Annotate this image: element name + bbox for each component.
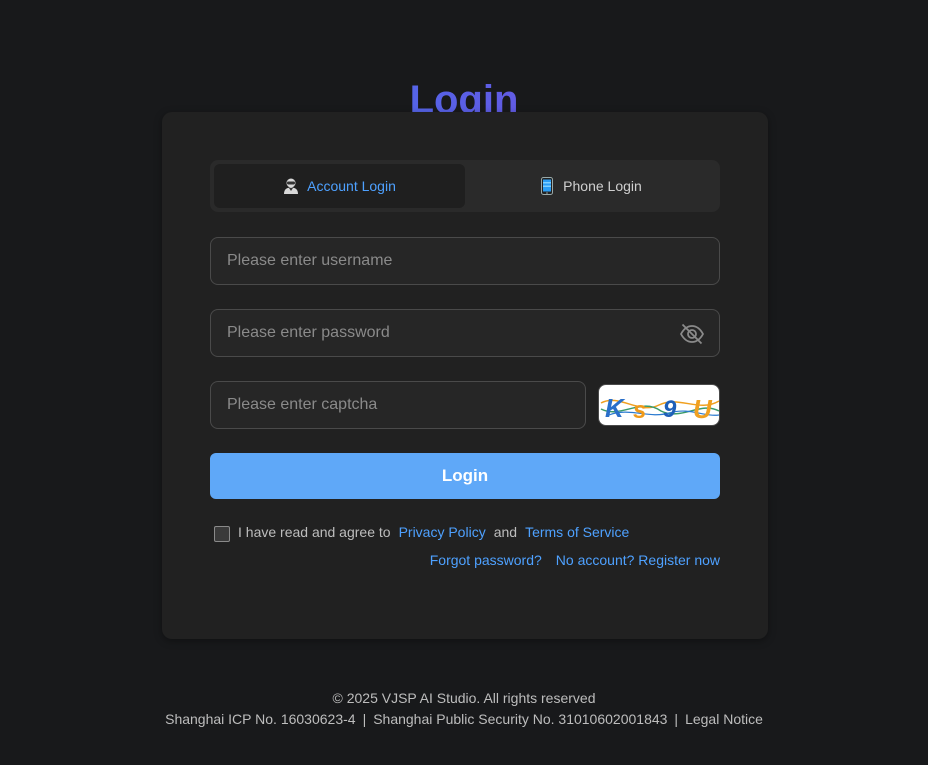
forgot-password-link[interactable]: Forgot password?	[430, 552, 542, 568]
legal-notice-link[interactable]: Legal Notice	[685, 711, 763, 727]
svg-text:U: U	[693, 394, 713, 424]
svg-text:K: K	[605, 393, 626, 423]
svg-text:9: 9	[663, 396, 677, 423]
password-field	[210, 309, 720, 357]
footer-links: Shanghai ICP No. 16030623-4 | Shanghai Pub…	[0, 711, 928, 727]
agreement-row: I have read and agree to Privacy Policy …	[214, 522, 629, 542]
tab-account-login-label: Account Login	[307, 178, 396, 194]
auth-links: Forgot password? No account? Register no…	[430, 552, 720, 568]
captcha-image[interactable]: K s 9 U	[598, 384, 720, 426]
svg-text:s: s	[633, 397, 646, 424]
login-button[interactable]: Login	[210, 453, 720, 499]
icp-number[interactable]: Shanghai ICP No. 16030623-4	[165, 711, 355, 727]
tab-phone-login-label: Phone Login	[563, 178, 642, 194]
username-input[interactable]	[211, 238, 719, 284]
user-icon	[283, 177, 299, 195]
footer-copyright: © 2025 VJSP AI Studio. All rights reserv…	[332, 690, 596, 706]
captcha-field	[210, 381, 586, 429]
tab-phone-login[interactable]: Phone Login	[465, 164, 716, 208]
privacy-policy-link[interactable]: Privacy Policy	[399, 524, 486, 540]
agreement-and: and	[493, 524, 518, 540]
agree-checkbox[interactable]	[214, 526, 230, 542]
eye-off-icon[interactable]	[679, 322, 705, 346]
tab-account-login[interactable]: Account Login	[214, 164, 465, 208]
login-card: Account Login Phone Login Please enter u…	[162, 112, 768, 639]
footer-separator: |	[362, 711, 367, 727]
public-security-number[interactable]: Shanghai Public Security No. 31010602001…	[373, 711, 667, 727]
captcha-input[interactable]	[211, 382, 585, 428]
login-tabs: Account Login Phone Login	[210, 160, 720, 212]
footer-separator: |	[674, 711, 679, 727]
agreement-prefix: I have read and agree to	[238, 524, 391, 540]
username-field	[210, 237, 720, 285]
phone-icon	[539, 177, 555, 195]
register-link[interactable]: No account? Register now	[556, 552, 720, 568]
terms-of-service-link[interactable]: Terms of Service	[525, 524, 629, 540]
password-input[interactable]	[211, 310, 719, 356]
